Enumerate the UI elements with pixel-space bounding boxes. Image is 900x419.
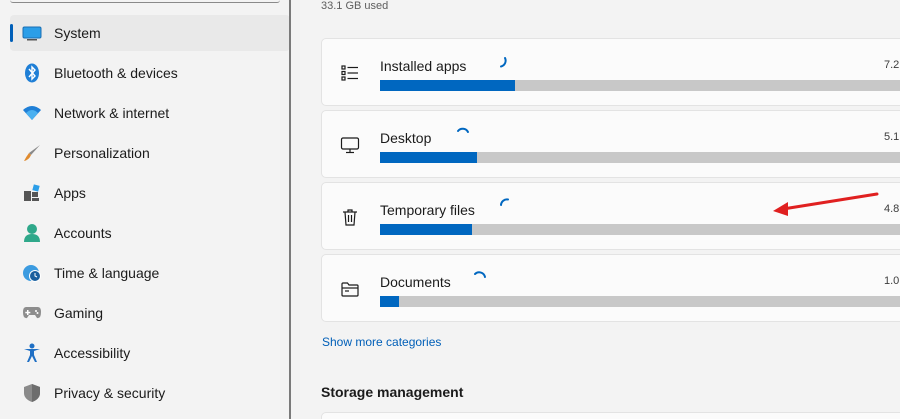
loading-spinner-icon xyxy=(474,271,486,278)
gamepad-icon xyxy=(22,303,42,323)
list-icon xyxy=(340,63,360,83)
storage-category-installed-apps[interactable]: Installed apps 7.2 xyxy=(321,38,900,106)
sidebar-item-label: Time & language xyxy=(54,265,160,281)
category-size: 7.2 xyxy=(884,59,900,71)
sidebar-item-accounts[interactable]: Accounts xyxy=(10,215,290,251)
loading-spinner-icon xyxy=(500,198,509,206)
category-name: Temporary files xyxy=(380,202,475,218)
sidebar-item-label: Apps xyxy=(54,185,86,201)
storage-category-documents[interactable]: Documents 1.0 xyxy=(321,254,900,322)
usage-bar-fill xyxy=(380,80,515,91)
sidebar-item-privacy-security[interactable]: Privacy & security xyxy=(10,375,290,411)
usage-bar xyxy=(380,296,900,307)
desktop-icon xyxy=(340,135,360,155)
sidebar-item-system[interactable]: System xyxy=(10,15,290,51)
sidebar-item-label: System xyxy=(54,25,101,41)
sidebar: System Bluetooth & devices Network & int… xyxy=(0,0,290,419)
person-icon xyxy=(22,223,42,243)
sidebar-item-label: Accounts xyxy=(54,225,112,241)
sidebar-item-gaming[interactable]: Gaming xyxy=(10,295,290,331)
sidebar-item-accessibility[interactable]: Accessibility xyxy=(10,335,290,371)
globe-clock-icon xyxy=(22,263,42,283)
usage-bar-fill xyxy=(380,152,478,163)
sidebar-item-network[interactable]: Network & internet xyxy=(10,95,290,131)
bluetooth-icon xyxy=(22,63,42,83)
storage-management-card[interactable] xyxy=(321,412,900,419)
sidebar-item-bluetooth[interactable]: Bluetooth & devices xyxy=(10,55,290,91)
red-arrow-annotation-icon xyxy=(773,192,879,216)
paintbrush-icon xyxy=(22,143,42,163)
monitor-icon xyxy=(22,23,42,43)
category-name: Documents xyxy=(380,274,451,290)
folder-icon xyxy=(340,279,360,299)
loading-spinner-icon xyxy=(457,127,469,133)
sidebar-item-label: Personalization xyxy=(54,145,150,161)
usage-bar xyxy=(380,80,900,91)
storage-category-desktop[interactable]: Desktop 5.1 xyxy=(321,110,900,178)
storage-used-text: 33.1 GB used xyxy=(321,0,389,12)
usage-bar xyxy=(380,224,900,235)
usage-bar xyxy=(380,152,900,163)
sidebar-item-personalization[interactable]: Personalization xyxy=(10,135,290,171)
apps-grid-icon xyxy=(22,183,42,203)
show-more-categories-link[interactable]: Show more categories xyxy=(322,335,441,349)
category-size: 1.0 xyxy=(884,275,900,287)
storage-page: 33.1 GB used Installed apps 7.2 Desktop … xyxy=(291,0,900,419)
accessibility-icon xyxy=(22,343,42,363)
sidebar-item-label: Gaming xyxy=(54,305,104,321)
usage-bar-fill xyxy=(380,224,472,235)
sidebar-item-apps[interactable]: Apps xyxy=(10,175,290,211)
top-edge-line xyxy=(10,0,280,3)
sidebar-item-label: Network & internet xyxy=(54,105,170,121)
sidebar-item-label: Accessibility xyxy=(54,345,131,361)
sidebar-item-time-language[interactable]: Time & language xyxy=(10,255,290,291)
usage-bar-fill xyxy=(380,296,399,307)
trash-icon xyxy=(340,207,360,227)
sidebar-item-label: Bluetooth & devices xyxy=(54,65,178,81)
shield-icon xyxy=(22,383,42,403)
storage-management-heading: Storage management xyxy=(321,384,464,400)
category-size: 4.8 xyxy=(884,203,900,215)
category-name: Installed apps xyxy=(380,58,467,74)
wifi-icon xyxy=(22,103,42,123)
loading-spinner-icon xyxy=(500,57,507,68)
sidebar-item-label: Privacy & security xyxy=(54,385,166,401)
category-size: 5.1 xyxy=(884,131,900,143)
category-name: Desktop xyxy=(380,130,432,146)
